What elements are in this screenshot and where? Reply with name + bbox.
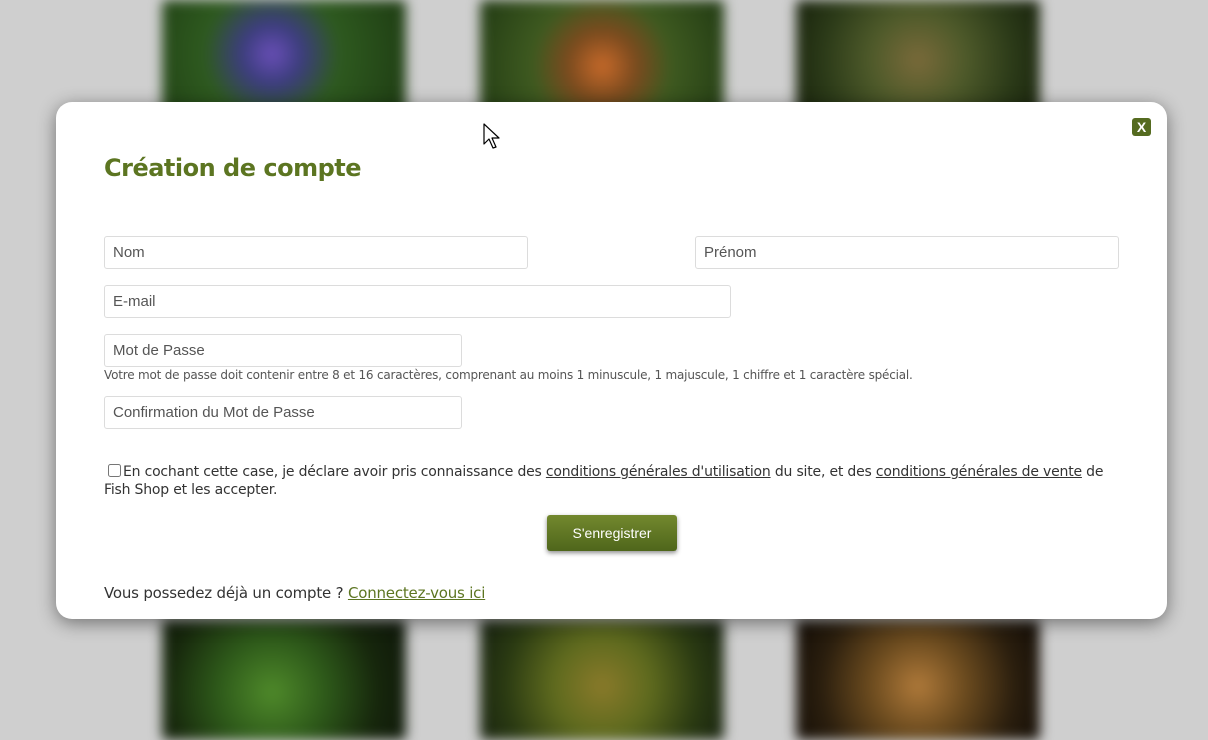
cgu-link[interactable]: conditions générales d'utilisation xyxy=(546,464,771,480)
terms-consent: En cochant cette case, je déclare avoir … xyxy=(104,463,1124,499)
terms-checkbox[interactable] xyxy=(108,464,121,477)
terms-text-middle: du site, et des xyxy=(770,464,876,480)
register-button[interactable]: S'enregistrer xyxy=(547,515,677,551)
page-title: Création de compte xyxy=(104,154,362,182)
password-hint: Votre mot de passe doit contenir entre 8… xyxy=(104,368,913,382)
password-confirmation-field[interactable] xyxy=(104,396,462,429)
password-field[interactable] xyxy=(104,334,462,367)
login-link[interactable]: Connectez-vous ici xyxy=(348,584,485,602)
email-field[interactable] xyxy=(104,285,731,318)
first-name-field[interactable] xyxy=(695,236,1119,269)
login-prompt-text: Vous possedez déjà un compte ? xyxy=(104,584,348,602)
background-product-image xyxy=(796,620,1040,740)
mouse-pointer-icon xyxy=(483,123,500,149)
login-prompt: Vous possedez déjà un compte ? Connectez… xyxy=(104,584,485,602)
close-icon[interactable]: X xyxy=(1132,118,1151,136)
account-creation-modal: X Création de compte Votre mot de passe … xyxy=(56,102,1167,619)
last-name-field[interactable] xyxy=(104,236,528,269)
terms-text-before: En cochant cette case, je déclare avoir … xyxy=(123,464,546,480)
background-product-image xyxy=(480,620,724,740)
background-product-image xyxy=(162,620,406,740)
cgv-link[interactable]: conditions générales de vente xyxy=(876,464,1082,480)
